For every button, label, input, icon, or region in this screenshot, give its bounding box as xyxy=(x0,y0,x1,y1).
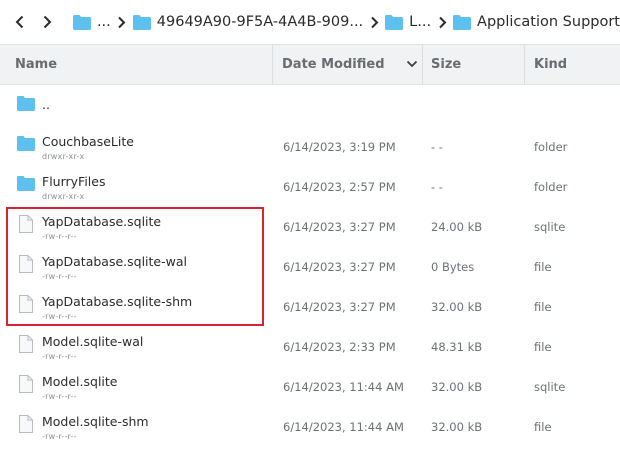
file-permissions: -rw-r--r-- xyxy=(42,312,77,321)
file-date-modified: 6/14/2023, 2:57 PM xyxy=(283,180,396,194)
document-icon xyxy=(19,255,33,273)
document-icon xyxy=(19,295,33,313)
file-permissions: -rw-r--r-- xyxy=(42,272,77,281)
document-icon xyxy=(19,335,33,353)
table-row[interactable]: YapDatabase.sqlite-wal -rw-r--r-- 6/14/2… xyxy=(0,245,620,285)
breadcrumb-item-application-support[interactable]: Application Support xyxy=(453,14,620,30)
breadcrumb-label: L... xyxy=(409,14,432,30)
column-label: Name xyxy=(15,57,58,72)
file-size: 48.31 kB xyxy=(431,340,483,354)
folder-icon xyxy=(72,14,91,30)
table-row[interactable]: Model.sqlite-shm -rw-r--r-- 6/14/2023, 1… xyxy=(0,405,620,445)
file-date-modified: 6/14/2023, 3:27 PM xyxy=(283,260,396,274)
column-header-size[interactable]: Size xyxy=(431,45,521,84)
file-permissions: drwxr-xr-x xyxy=(42,192,85,201)
chevron-right-icon xyxy=(435,0,449,44)
chevron-down-icon xyxy=(406,60,418,68)
file-name: CouchbaseLite xyxy=(42,134,134,149)
file-size: 32.00 kB xyxy=(431,380,483,394)
file-kind: file xyxy=(534,300,552,314)
file-permissions: -rw-r--r-- xyxy=(42,352,77,361)
file-permissions: -rw-r--r-- xyxy=(42,432,77,441)
file-date-modified: 6/14/2023, 3:27 PM xyxy=(283,300,396,314)
file-size: 24.00 kB xyxy=(431,220,483,234)
file-name: Model.sqlite-wal xyxy=(42,334,144,349)
file-kind: sqlite xyxy=(534,380,566,394)
table-row[interactable]: YapDatabase.sqlite -rw-r--r-- 6/14/2023,… xyxy=(0,205,620,245)
file-name: Model.sqlite-shm xyxy=(42,414,149,429)
column-divider[interactable] xyxy=(524,45,525,84)
chevron-right-icon xyxy=(367,0,381,44)
breadcrumb-label: ... xyxy=(96,14,111,30)
file-date-modified: 6/14/2023, 3:27 PM xyxy=(283,220,396,234)
table-row[interactable]: FlurryFiles drwxr-xr-x 6/14/2023, 2:57 P… xyxy=(0,165,620,205)
folder-icon xyxy=(385,14,404,30)
column-label: Date Modified xyxy=(282,57,385,72)
file-permissions: drwxr-xr-x xyxy=(42,152,85,161)
path-bar: ... 49649A90-9F5A-4A4B-909... L... Appli… xyxy=(0,0,620,44)
table-row[interactable]: YapDatabase.sqlite-shm -rw-r--r-- 6/14/2… xyxy=(0,285,620,325)
file-size: 0 Bytes xyxy=(431,260,475,274)
column-header-date-modified[interactable]: Date Modified xyxy=(282,45,420,84)
table-row[interactable]: Model.sqlite-wal -rw-r--r-- 6/14/2023, 2… xyxy=(0,325,620,365)
column-label: Kind xyxy=(534,57,568,72)
column-header-kind[interactable]: Kind xyxy=(534,45,614,84)
file-name: Model.sqlite xyxy=(42,374,118,389)
breadcrumb-item-library[interactable]: L... xyxy=(385,14,431,30)
file-name: .. xyxy=(42,97,50,112)
file-kind: file xyxy=(534,420,552,434)
breadcrumb-label: Application Support xyxy=(477,14,620,30)
file-permissions: -rw-r--r-- xyxy=(42,392,77,401)
column-label: Size xyxy=(431,57,462,72)
document-icon xyxy=(19,375,33,393)
file-date-modified: 6/14/2023, 11:44 AM xyxy=(283,420,404,434)
document-icon xyxy=(19,415,33,433)
file-date-modified: 6/14/2023, 3:19 PM xyxy=(283,140,396,154)
column-divider[interactable] xyxy=(422,45,423,84)
breadcrumb-item-container[interactable]: 49649A90-9F5A-4A4B-909... xyxy=(132,14,364,30)
chevron-right-icon xyxy=(115,0,129,44)
file-date-modified: 6/14/2023, 2:33 PM xyxy=(283,340,396,354)
folder-icon xyxy=(17,96,35,111)
file-size: - - xyxy=(431,180,443,194)
folder-icon xyxy=(453,14,472,30)
file-kind: folder xyxy=(534,180,568,194)
file-name: YapDatabase.sqlite-wal xyxy=(42,254,187,269)
breadcrumb-item-ellipsis[interactable]: ... xyxy=(72,14,111,30)
folder-icon xyxy=(132,14,151,30)
file-kind: folder xyxy=(534,140,568,154)
table-row[interactable]: CouchbaseLite drwxr-xr-x 6/14/2023, 3:19… xyxy=(0,125,620,165)
breadcrumb-label: 49649A90-9F5A-4A4B-909... xyxy=(156,14,364,30)
document-icon xyxy=(19,215,33,233)
column-divider[interactable] xyxy=(272,45,273,84)
folder-icon xyxy=(17,136,35,151)
forward-button[interactable] xyxy=(34,0,58,44)
file-size: - - xyxy=(431,140,443,154)
folder-icon xyxy=(17,176,35,191)
file-name: FlurryFiles xyxy=(42,174,106,189)
table-row-parent-directory[interactable]: .. xyxy=(0,85,620,125)
chevron-left-icon xyxy=(15,15,24,29)
file-list: .. CouchbaseLite drwxr-xr-x 6/14/2023, 3… xyxy=(0,85,620,445)
file-size: 32.00 kB xyxy=(431,420,483,434)
file-date-modified: 6/14/2023, 11:44 AM xyxy=(283,380,404,394)
file-kind: sqlite xyxy=(534,220,566,234)
column-header-name[interactable]: Name xyxy=(15,45,270,84)
file-name: YapDatabase.sqlite xyxy=(42,214,162,229)
file-size: 32.00 kB xyxy=(431,300,483,314)
column-header: Name Date Modified Size Kind xyxy=(0,44,620,85)
file-permissions: -rw-r--r-- xyxy=(42,232,77,241)
chevron-right-icon xyxy=(43,15,52,29)
file-name: YapDatabase.sqlite-shm xyxy=(42,294,193,309)
file-kind: file xyxy=(534,260,552,274)
table-row[interactable]: Model.sqlite -rw-r--r-- 6/14/2023, 11:44… xyxy=(0,365,620,405)
back-button[interactable] xyxy=(8,0,32,44)
file-kind: file xyxy=(534,340,552,354)
